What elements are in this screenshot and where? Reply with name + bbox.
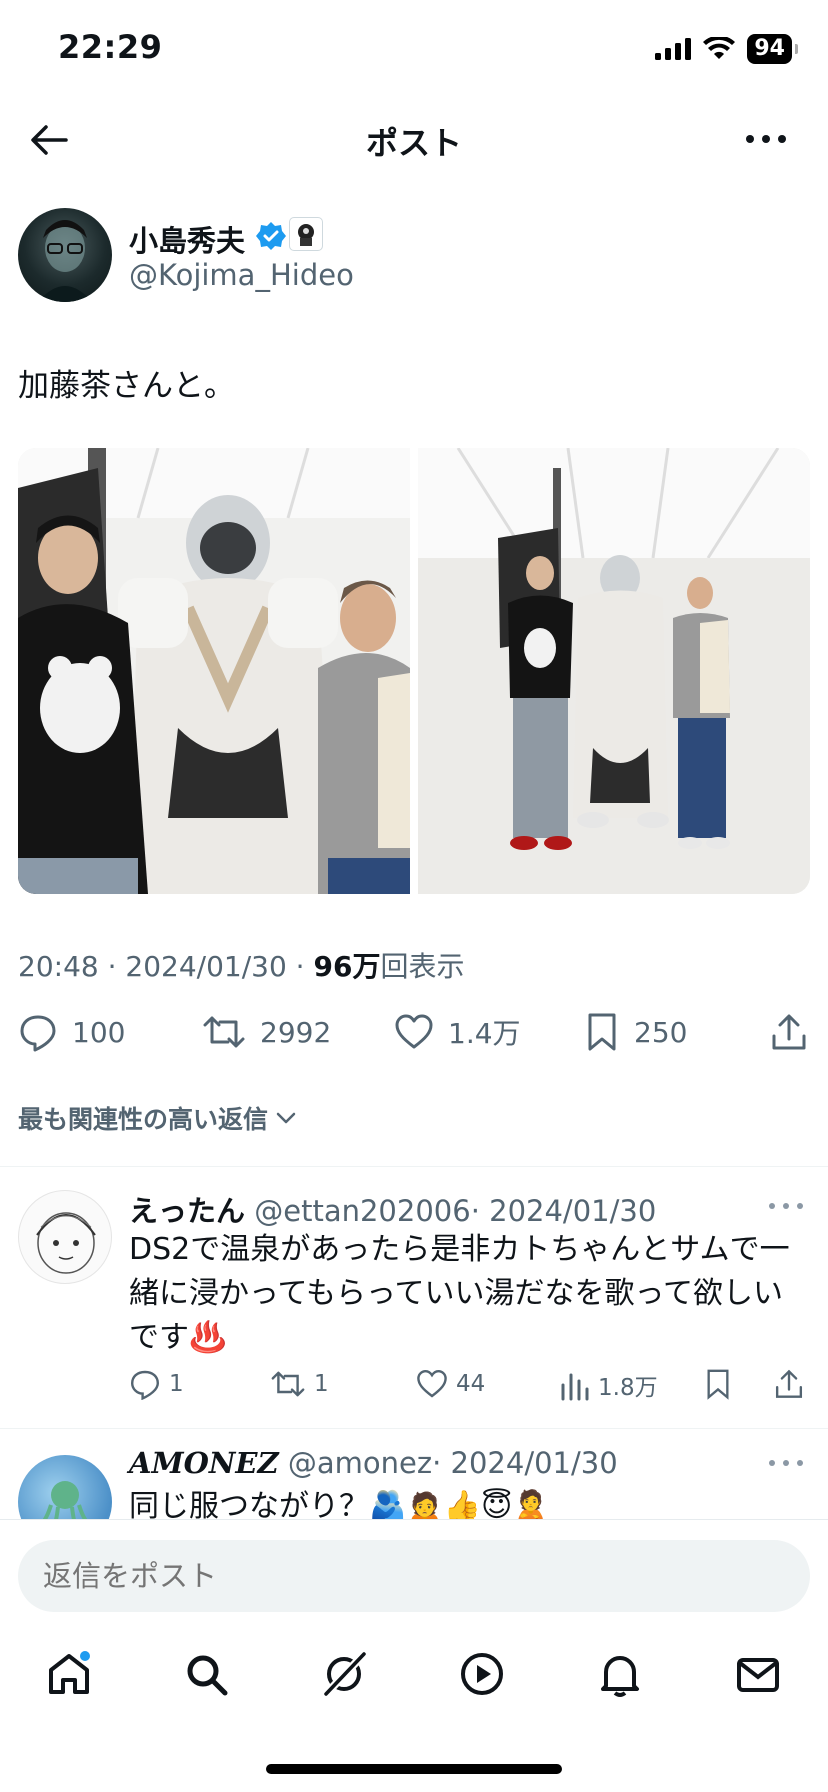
battery-indicator: 94 bbox=[747, 34, 798, 64]
bookmark-button[interactable]: 250 bbox=[584, 1012, 687, 1052]
tab-search[interactable] bbox=[182, 1650, 230, 1698]
search-icon bbox=[187, 1655, 228, 1696]
reply-button[interactable]: 100 bbox=[18, 1012, 125, 1052]
reply-author-name[interactable]: 𝑨𝑴𝑶𝑵𝑬𝒁 bbox=[129, 1446, 279, 1480]
tab-notifications[interactable] bbox=[596, 1650, 644, 1698]
grok-icon bbox=[324, 1652, 366, 1696]
chevron-down-icon bbox=[276, 1112, 296, 1124]
share-button[interactable] bbox=[770, 1012, 808, 1052]
reply-reply-button[interactable]: 1 bbox=[129, 1368, 184, 1400]
home-indicator[interactable] bbox=[266, 1764, 562, 1774]
reply-views-button[interactable]: 1.8万 bbox=[560, 1368, 658, 1402]
reply-sort-dropdown[interactable]: 最も関連性の高い返信 bbox=[18, 1100, 298, 1136]
play-icon bbox=[461, 1653, 503, 1695]
avatar-portrait-icon bbox=[38, 220, 92, 302]
more-options-icon[interactable] bbox=[744, 124, 788, 154]
reply-share-icon[interactable] bbox=[774, 1368, 804, 1400]
reply-author-handle[interactable]: @ettan202006 bbox=[254, 1194, 470, 1228]
bell-icon bbox=[601, 1656, 639, 1697]
reply-avatar[interactable] bbox=[18, 1455, 112, 1519]
author-handle[interactable]: @Kojima_Hideo bbox=[129, 258, 354, 292]
heart-icon bbox=[395, 1014, 433, 1049]
tweet-time: 20:48 · 2024/01/30 · bbox=[18, 950, 314, 983]
tab-video[interactable] bbox=[458, 1650, 506, 1698]
divider bbox=[0, 1166, 828, 1167]
reply-header: えったん @ettan202006· 2024/01/30 bbox=[129, 1188, 656, 1230]
verified-badge-icon bbox=[256, 222, 286, 250]
reply-retweet-button[interactable]: 1 bbox=[270, 1368, 329, 1400]
reply-author-handle[interactable]: @amonez bbox=[288, 1446, 432, 1480]
tweet-timestamp-views: 20:48 · 2024/01/30 · 96万回表示 bbox=[18, 945, 464, 985]
wifi-icon bbox=[703, 37, 736, 59]
analytics-icon bbox=[561, 1373, 589, 1401]
tab-grok[interactable] bbox=[320, 1650, 368, 1698]
page-title: ポスト bbox=[365, 124, 462, 162]
reply-more-icon[interactable] bbox=[766, 1196, 806, 1216]
reply-retweet-count: 1 bbox=[314, 1371, 329, 1397]
reply-sort-label: 最も関連性の高い返信 bbox=[18, 1105, 269, 1134]
tab-messages[interactable] bbox=[734, 1650, 782, 1698]
reply-more-icon[interactable] bbox=[766, 1453, 806, 1473]
signal-icon bbox=[655, 38, 692, 60]
reply-bookmark-icon[interactable] bbox=[704, 1368, 732, 1400]
divider bbox=[0, 1519, 828, 1520]
author-avatar[interactable] bbox=[18, 208, 112, 302]
tweet-text: 加藤茶さんと。 bbox=[18, 368, 235, 404]
reply-header: 𝑨𝑴𝑶𝑵𝑬𝒁 @amonez· 2024/01/30 bbox=[129, 1446, 618, 1480]
tweet-view-count: 96万 bbox=[313, 950, 381, 983]
avatar-sketch-icon bbox=[36, 1212, 96, 1274]
bookmark-icon bbox=[588, 1013, 616, 1051]
reply-view-count: 1.8万 bbox=[598, 1375, 658, 1401]
home-icon bbox=[49, 1651, 90, 1694]
status-indicators: 94 bbox=[655, 34, 798, 64]
reply-text: 同じ服つながり？🫂🙍👍😇🙎 bbox=[129, 1489, 550, 1519]
tweet-photo-2[interactable] bbox=[418, 448, 810, 894]
reply-text: DS2で温泉があったら是非カトちゃんとサムで一緒に浸かってもらっていい湯だなを歌… bbox=[129, 1232, 790, 1355]
author-name[interactable]: 小島秀夫 bbox=[129, 218, 245, 260]
reply-compose-input[interactable] bbox=[18, 1540, 810, 1612]
reply-count: 100 bbox=[72, 1015, 126, 1049]
retweet-icon bbox=[271, 1371, 305, 1397]
like-count: 1.4万 bbox=[448, 1017, 521, 1050]
reply-like-button[interactable]: 44 bbox=[416, 1368, 485, 1400]
reply-author-name[interactable]: えったん bbox=[129, 1194, 245, 1228]
tweet-views-label: 回表示 bbox=[380, 950, 465, 983]
retweet-count: 2992 bbox=[260, 1015, 332, 1049]
reply-avatar[interactable] bbox=[18, 1190, 112, 1284]
reply-reply-count: 1 bbox=[169, 1371, 184, 1397]
affiliation-badge-icon[interactable] bbox=[289, 217, 323, 251]
reply-icon bbox=[20, 1015, 56, 1052]
share-icon bbox=[772, 1014, 806, 1050]
like-button[interactable]: 1.4万 bbox=[394, 1012, 521, 1052]
avatar-octopus-icon bbox=[42, 1481, 88, 1519]
tweet-photo-1[interactable] bbox=[18, 448, 410, 894]
heart-icon bbox=[417, 1369, 447, 1398]
reply-item-2[interactable]: 𝑨𝑴𝑶𝑵𝑬𝒁 @amonez· 2024/01/30 同じ服つながり？🫂🙍👍😇🙎 bbox=[0, 1429, 828, 1519]
status-time: 22:29 bbox=[58, 28, 163, 66]
reply-like-count: 44 bbox=[456, 1371, 486, 1397]
reply-icon bbox=[130, 1370, 160, 1400]
bookmark-count: 250 bbox=[634, 1015, 688, 1049]
tab-home[interactable] bbox=[45, 1650, 93, 1698]
retweet-button[interactable]: 2992 bbox=[202, 1012, 331, 1052]
reply-date: · 2024/01/30 bbox=[470, 1194, 657, 1228]
mail-icon bbox=[737, 1658, 779, 1692]
retweet-icon bbox=[203, 1016, 245, 1048]
reply-date: · 2024/01/30 bbox=[432, 1446, 618, 1480]
